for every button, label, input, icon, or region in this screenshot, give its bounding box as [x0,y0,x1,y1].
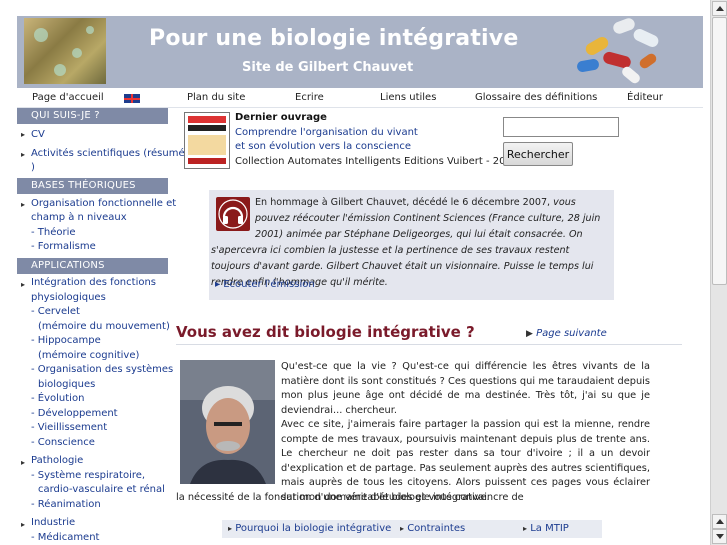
listen-link[interactable]: ▸ Ecouter l'émission [215,279,315,290]
link-constraints[interactable]: ▸ Contraintes [400,523,465,534]
divider [176,344,682,345]
nav-useful-links[interactable]: Liens utiles [380,92,436,103]
link-why-integrative[interactable]: ▸ Pourquoi la biologie intégrative [228,523,391,534]
sidebar-item-integration-cont[interactable]: physiologiques [31,291,106,306]
scroll-up-button[interactable] [712,1,727,16]
bullet-icon: ▸ [21,280,26,289]
sidebar-item-systeme-respiratoire-cont[interactable]: cardio-vasculaire et rénal [38,483,165,498]
bullet-icon: ▸ [21,458,26,467]
search-button[interactable]: Rechercher [503,142,573,166]
book-collection: Collection Automates Intelligents Editio… [235,156,519,167]
nav-site-map[interactable]: Plan du site [187,92,245,103]
nav-write[interactable]: Ecrire [295,92,324,103]
nav-home-link[interactable]: Page d'accueil [32,92,104,103]
site-logo[interactable] [24,18,106,84]
sidebar-item-champ[interactable]: champ à n niveaux [31,211,127,226]
sidebar-heading-applications: APPLICATIONS [17,258,168,274]
bullet-icon: ▸ [21,150,26,159]
book-cover-image[interactable] [184,112,230,169]
sidebar-item-hippocampe[interactable]: - Hippocampe [31,334,101,349]
scroll-down-button[interactable] [712,529,727,544]
link-mtip[interactable]: ▸ La MTIP [523,523,569,534]
bottom-links-bar: ▸ Pourquoi la biologie intégrative ▸ Con… [222,520,602,538]
mission-paragraph-end: la nécessité de la fondation d'une vérit… [176,492,490,503]
sidebar-item-industrie[interactable]: Industrie [31,516,75,531]
page-heading: Vous avez dit biologie intégrative ? [176,323,475,341]
pills-illustration [573,16,663,88]
nav-glossary[interactable]: Glossaire des définitions [475,92,597,103]
sidebar-item-vieillissement[interactable]: - Vieillissement [31,421,107,436]
scroll-up-button-secondary[interactable] [712,514,727,529]
sidebar-item-evolution[interactable]: - Évolution [31,392,84,407]
sidebar-item-formalisme[interactable]: - Formalisme [31,240,96,255]
nav-publisher[interactable]: Éditeur [627,92,663,103]
sidebar-item-cervelet-desc[interactable]: (mémoire du mouvement) [38,320,170,335]
tribute-text-normal: En hommage à Gilbert Chauvet, décédé le … [255,197,554,208]
sidebar-item-activites-cont[interactable]: ) [31,161,35,176]
author-portrait [180,360,275,484]
arrow-up-icon [716,519,724,524]
site-subtitle: Site de Gilbert Chauvet [242,60,414,75]
sidebar-item-medicament[interactable]: - Médicament [31,531,99,545]
site-header: Pour une biologie intégrative Site de Gi… [17,16,703,88]
page: Pour une biologie intégrative Site de Gi… [0,0,727,545]
radio-headphones-icon[interactable] [216,197,250,231]
sidebar-item-developpement[interactable]: - Développement [31,407,118,422]
sidebar-heading-bases: BASES THÉORIQUES [17,178,168,194]
sidebar-item-organisation-systemes-cont[interactable]: biologiques [38,378,95,393]
sidebar-item-cervelet[interactable]: - Cervelet [31,305,80,320]
sidebar-item-theorie[interactable]: - Théorie [31,226,76,241]
bullet-icon: ▸ [21,130,26,139]
tribute-text-italic: vous pouvez réécouter l'émission Contine… [211,197,601,288]
sidebar-item-systeme-respiratoire[interactable]: - Système respiratoire, [31,469,145,484]
tribute-box: En hommage à Gilbert Chauvet, décédé le … [209,190,614,300]
book-title-line1[interactable]: Comprendre l'organisation du vivant [235,127,418,138]
sidebar-item-activites[interactable]: Activités scientifiques (résumé [31,147,185,162]
search-input[interactable] [503,117,619,137]
scroll-thumb[interactable] [712,17,727,285]
arrow-up-icon [716,6,724,11]
sidebar-item-organisation-systemes[interactable]: - Organisation des systèmes [31,363,173,378]
book-title-line2[interactable]: et son évolution vers la conscience [235,141,411,152]
intro-paragraph: Qu'est-ce que la vie ? Qu'est-ce qui dif… [281,361,650,416]
sidebar-heading-qui-suis-je: QUI SUIS-JE ? [17,108,168,124]
site-title: Pour une biologie intégrative [149,26,519,51]
next-page-link[interactable]: ▶ Page suivante [526,328,607,339]
sidebar-item-conscience[interactable]: - Conscience [31,436,95,451]
vertical-scrollbar[interactable] [710,0,727,545]
uk-flag-icon[interactable] [124,94,140,103]
sidebar-item-cv[interactable]: CV [31,128,45,143]
sidebar-item-reanimation[interactable]: - Réanimation [31,498,101,513]
top-navigation: Page d'accueil Plan du site Ecrire Liens… [17,88,703,108]
book-heading: Dernier ouvrage [235,112,327,123]
bullet-icon: ▸ [21,520,26,529]
sidebar-item-pathologie[interactable]: Pathologie [31,454,83,469]
sidebar-item-hippocampe-desc[interactable]: (mémoire cognitive) [38,349,139,364]
sidebar-item-integration[interactable]: Intégration des fonctions [31,276,156,291]
bullet-icon: ▸ [21,200,26,209]
sidebar-item-organisation[interactable]: Organisation fonctionnelle et [31,197,176,212]
tribute-text: En hommage à Gilbert Chauvet, décédé le … [211,195,611,291]
arrow-down-icon [716,534,724,539]
sidebar: QUI SUIS-JE ? ▸ CV ▸ Activités scientifi… [17,108,185,545]
